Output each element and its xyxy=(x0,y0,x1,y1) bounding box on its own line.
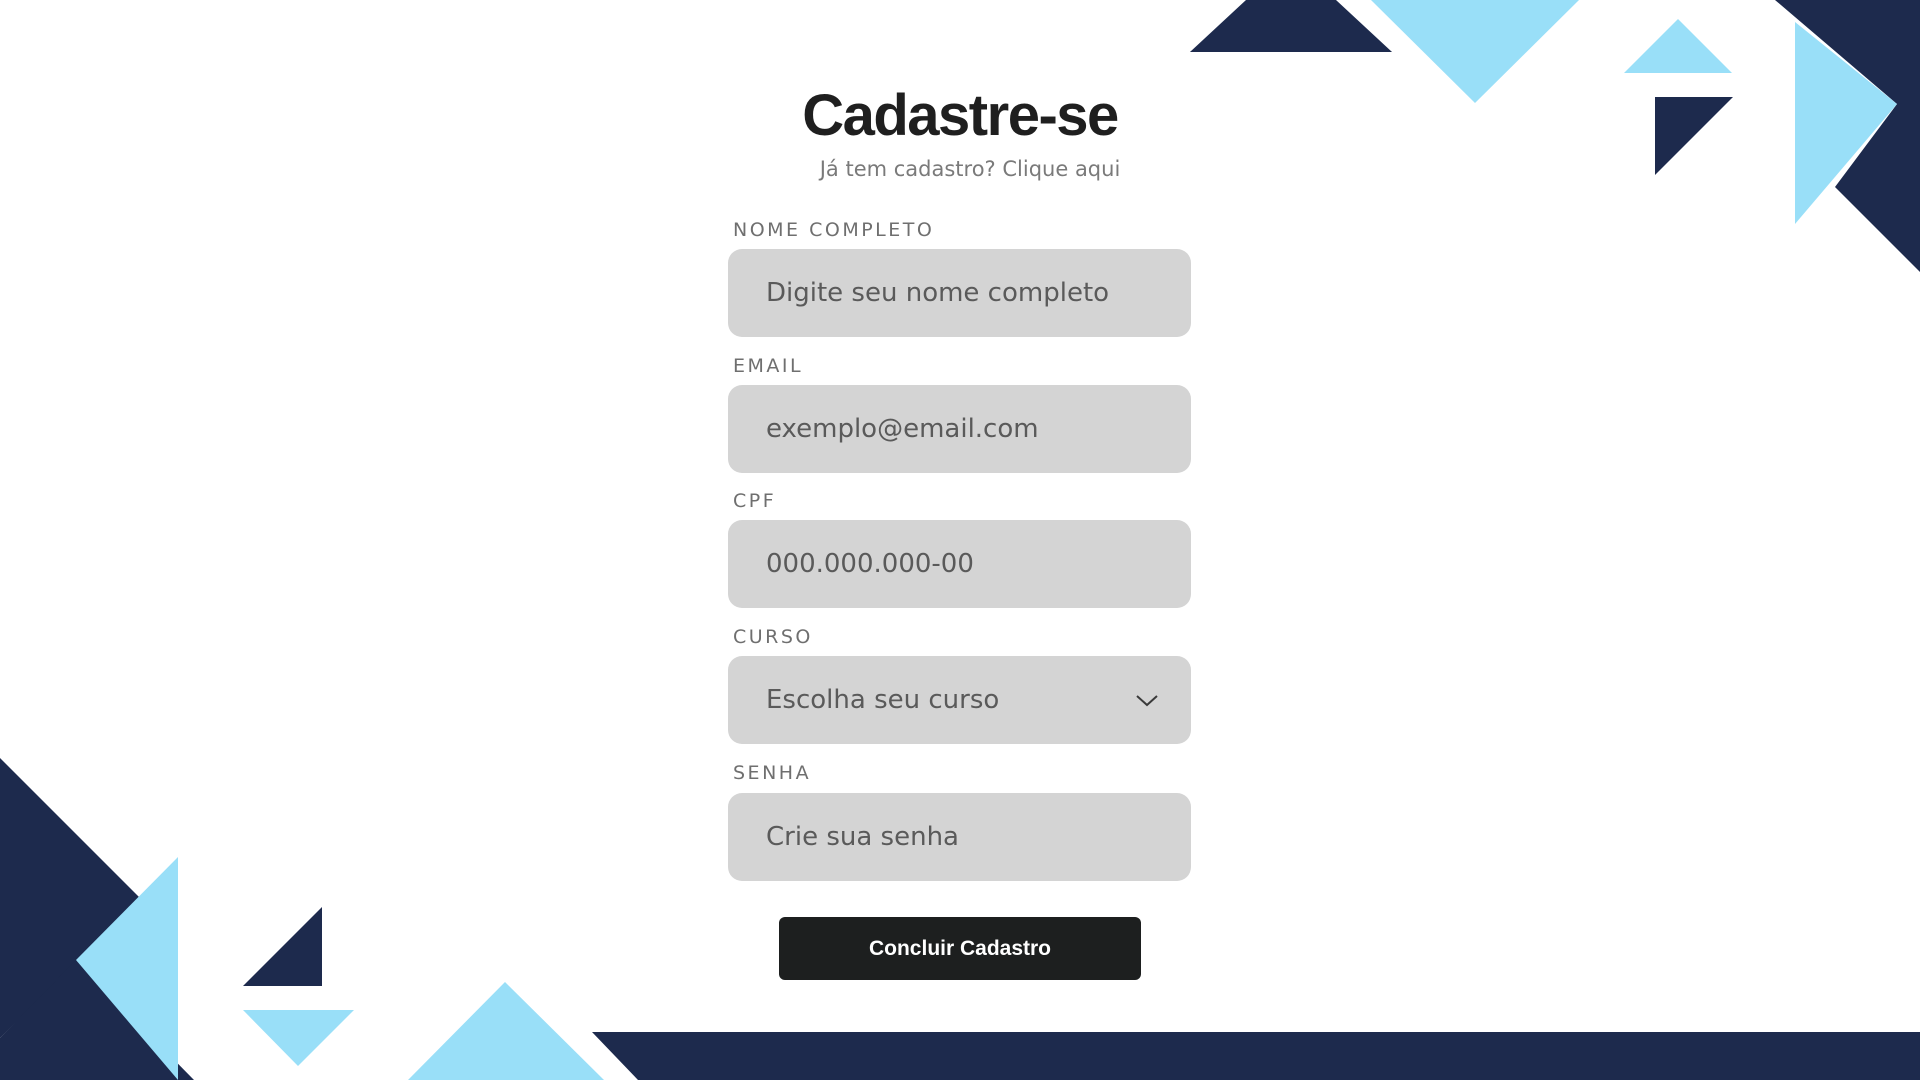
navy-triangle xyxy=(243,907,322,986)
light-blue-triangle xyxy=(408,982,604,1080)
login-link[interactable]: Já tem cadastro? Clique aqui xyxy=(760,157,1180,181)
course-select-value: Escolha seu curso xyxy=(766,685,1000,715)
name-label: NOME COMPLETO xyxy=(733,219,935,241)
light-blue-triangle xyxy=(243,1010,354,1066)
cpf-input[interactable] xyxy=(728,520,1191,608)
email-label: EMAIL xyxy=(733,355,804,377)
light-blue-triangle xyxy=(1624,19,1732,73)
email-input[interactable] xyxy=(728,385,1191,473)
page-title: Cadastre-se xyxy=(802,83,1119,148)
password-field-container xyxy=(728,793,1191,881)
light-blue-triangle xyxy=(1371,0,1579,103)
navy-triangle xyxy=(0,758,140,1038)
password-label: SENHA xyxy=(733,762,812,784)
navy-bottom-bar xyxy=(592,1032,1920,1080)
navy-triangle xyxy=(0,960,194,1080)
password-input[interactable] xyxy=(728,793,1191,881)
navy-shape xyxy=(1775,0,1920,272)
light-blue-triangle xyxy=(76,857,178,1080)
cpf-label: CPF xyxy=(733,490,777,512)
light-blue-triangle xyxy=(1795,22,1897,224)
name-field-container xyxy=(728,249,1191,337)
chevron-down-icon xyxy=(1136,695,1158,707)
course-select[interactable]: Escolha seu curso xyxy=(728,656,1191,744)
navy-triangle xyxy=(1655,97,1733,175)
email-field-container xyxy=(728,385,1191,473)
course-label: CURSO xyxy=(733,626,813,648)
cpf-field-container xyxy=(728,520,1191,608)
navy-triangle xyxy=(1190,0,1392,52)
name-input[interactable] xyxy=(728,249,1191,337)
navy-triangle xyxy=(1190,0,1392,52)
submit-button[interactable]: Concluir Cadastro xyxy=(779,917,1141,980)
